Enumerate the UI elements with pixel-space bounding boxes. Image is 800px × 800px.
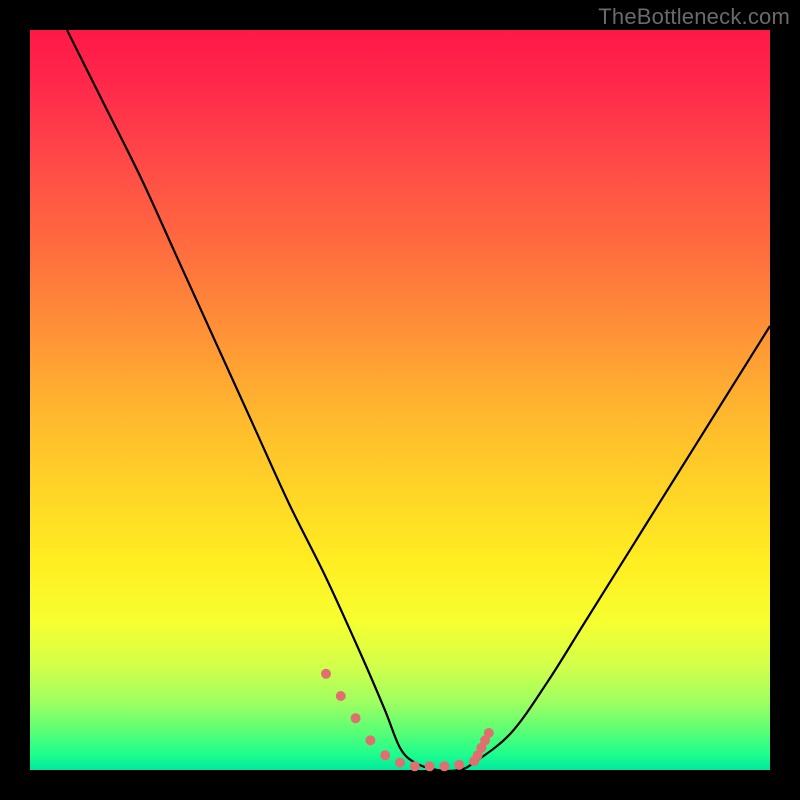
chart-svg [30, 30, 770, 770]
highlight-dot [336, 691, 346, 701]
highlight-dot [351, 713, 361, 723]
highlight-dot [380, 750, 390, 760]
highlight-dot [395, 758, 405, 768]
highlight-dot [321, 669, 331, 679]
curve-line [67, 30, 770, 771]
highlight-dot [365, 735, 375, 745]
highlight-dot [454, 760, 464, 770]
curve-line-group [67, 30, 770, 771]
watermark-text: TheBottleneck.com [598, 4, 790, 30]
highlight-dot [425, 761, 435, 771]
highlight-dot [439, 761, 449, 771]
highlight-dot [484, 728, 494, 738]
highlight-dot [410, 761, 420, 771]
highlight-markers [321, 669, 494, 772]
chart-frame: TheBottleneck.com [0, 0, 800, 800]
plot-area [30, 30, 770, 770]
